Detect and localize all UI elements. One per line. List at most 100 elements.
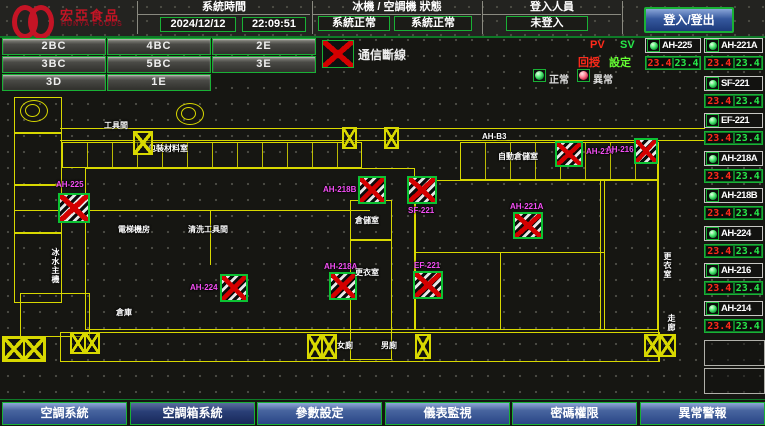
x-glyph	[86, 334, 98, 352]
floor-button-5bc[interactable]: 5BC	[107, 56, 211, 73]
comm-fail-x-icon	[557, 143, 581, 165]
unit-values-ah-224: 23.423.4	[704, 244, 763, 258]
unit-status-led	[706, 114, 719, 127]
nav-button-6[interactable]: 異常警報	[640, 402, 765, 425]
unit-sv-value: 23.4	[673, 57, 700, 69]
brand-logo-icon	[12, 3, 54, 33]
floor-button-2e[interactable]: 2E	[212, 38, 316, 55]
unit-pv-value: 23.4	[705, 282, 734, 294]
equipment-ah-216[interactable]	[634, 138, 658, 164]
stairwell-x-icon	[307, 334, 337, 359]
unit-status-led	[706, 152, 719, 165]
unit-values-ah-214: 23.423.4	[704, 319, 763, 333]
unit-pv-value: 23.4	[705, 170, 734, 182]
room-label: 倉儲室	[355, 215, 379, 226]
unit-row-ah-221a[interactable]: AH-221A	[704, 38, 763, 53]
floor-button-3d[interactable]: 3D	[2, 74, 106, 91]
time-display: 22:09:51	[242, 17, 306, 32]
equipment-ah-218b[interactable]	[358, 176, 386, 204]
floor-button-2bc[interactable]: 2BC	[2, 38, 106, 55]
x-cell	[386, 129, 397, 147]
room-label: 倉庫	[116, 307, 132, 318]
unit-name: AH-216	[721, 265, 751, 276]
x-cell	[5, 339, 23, 359]
floor-button-3e[interactable]: 3E	[212, 56, 316, 73]
unit-pv-value: 23.4	[705, 245, 734, 257]
nav-button-5[interactable]: 密碼權限	[512, 402, 637, 425]
unit-row-ah-216[interactable]: AH-216	[704, 263, 763, 278]
equipment-ah-218a[interactable]	[329, 272, 357, 300]
unit-status-led	[706, 302, 719, 315]
header-bar: 宏亞食品 HUNYA FOODS 系統時間 2024/12/12 22:09:5…	[0, 0, 765, 38]
equipment-label-sf-221: SF-221	[408, 206, 434, 215]
x-glyph	[323, 336, 335, 357]
floor-button-3bc[interactable]: 3BC	[2, 56, 106, 73]
stairwell-x-icon	[384, 127, 399, 149]
room-label: 工具間	[104, 120, 128, 131]
unit-row-ah-214[interactable]: AH-214	[704, 301, 763, 316]
brand-name-en: HUNYA FOODS	[61, 21, 123, 28]
unit-row-ah-225[interactable]: AH-225	[645, 38, 701, 53]
equipment-ah-224[interactable]	[220, 274, 248, 302]
chiller-status-display: 系統正常	[318, 16, 390, 31]
comm-fail-x-icon	[360, 178, 384, 202]
unit-sv-value: 23.4	[734, 207, 763, 219]
nav-button-4[interactable]: 儀表監視	[385, 402, 510, 425]
unit-values-ah-216: 23.423.4	[704, 281, 763, 295]
x-glyph	[646, 336, 659, 355]
comm-fail-x-icon	[331, 274, 355, 298]
comm-fail-x-icon	[415, 273, 441, 297]
login-logout-button[interactable]: 登入/登出	[644, 7, 734, 33]
unit-pv-value: 23.4	[646, 57, 673, 69]
equipment-ah-214[interactable]	[555, 141, 583, 167]
ahu-status-display: 系統正常	[394, 16, 472, 31]
equipment-ah-221a[interactable]	[513, 212, 543, 239]
comm-fail-x-icon	[60, 195, 88, 221]
date-display: 2024/12/12	[160, 17, 236, 32]
unit-name: AH-224	[721, 228, 751, 239]
x-cell	[23, 339, 43, 359]
empty-unit-slot	[704, 368, 765, 394]
unit-name: AH-218B	[721, 190, 757, 201]
unit-sv-value: 23.4	[734, 95, 763, 107]
unit-row-sf-221[interactable]: SF-221	[704, 76, 763, 91]
floor-button-4bc[interactable]: 4BC	[107, 38, 211, 55]
system-time-label: 系統時間	[138, 1, 310, 15]
room-label: 走廊	[666, 314, 677, 332]
unit-row-ah-224[interactable]: AH-224	[704, 226, 763, 241]
unit-sv-value: 23.4	[734, 132, 763, 144]
unit-row-ah-218b[interactable]: AH-218B	[704, 188, 763, 203]
legend-abnormal-label: 異常	[593, 71, 613, 86]
equipment-label-ef-221: EF-221	[414, 261, 440, 270]
setpoint-header: 設定	[609, 54, 631, 70]
unit-values-ah-218a: 23.423.4	[704, 169, 763, 183]
unit-pv-value: 23.4	[705, 207, 734, 219]
comm-fail-icon	[322, 40, 354, 68]
equipment-label-ah-218b: AH-218B	[323, 185, 356, 194]
unit-sv-value: 23.4	[734, 170, 763, 182]
machine-status-label: 冰機 / 空調機 狀態	[313, 1, 481, 15]
equipment-label-ah-216: AH-216	[606, 145, 634, 154]
unit-row-ef-221[interactable]: EF-221	[704, 113, 763, 128]
room-label: 包裝材料室	[148, 143, 188, 154]
x-cell	[72, 334, 84, 352]
equipment-sf-221[interactable]	[407, 176, 437, 204]
unit-status-led	[706, 264, 719, 277]
comm-fail-x-icon	[409, 178, 435, 202]
room-label: 女廁	[337, 340, 353, 351]
equipment-ef-221[interactable]	[413, 271, 443, 299]
x-glyph	[309, 336, 321, 357]
room-label: 更衣室	[355, 267, 379, 278]
stairwell-x-icon	[133, 131, 153, 155]
floor-button-1e[interactable]: 1E	[107, 74, 211, 91]
nav-button-2[interactable]: 空調箱系統	[130, 402, 255, 425]
room-label: 清洗工具間	[188, 224, 228, 235]
unit-status-led	[706, 189, 719, 202]
nav-button-1[interactable]: 空調系統	[2, 402, 127, 425]
x-glyph	[135, 133, 151, 153]
equipment-ah-225[interactable]	[58, 193, 90, 223]
sv-header: SV	[620, 39, 635, 51]
stairwell-x-icon	[415, 334, 431, 359]
unit-row-ah-218a[interactable]: AH-218A	[704, 151, 763, 166]
nav-button-3[interactable]: 參數設定	[257, 402, 382, 425]
